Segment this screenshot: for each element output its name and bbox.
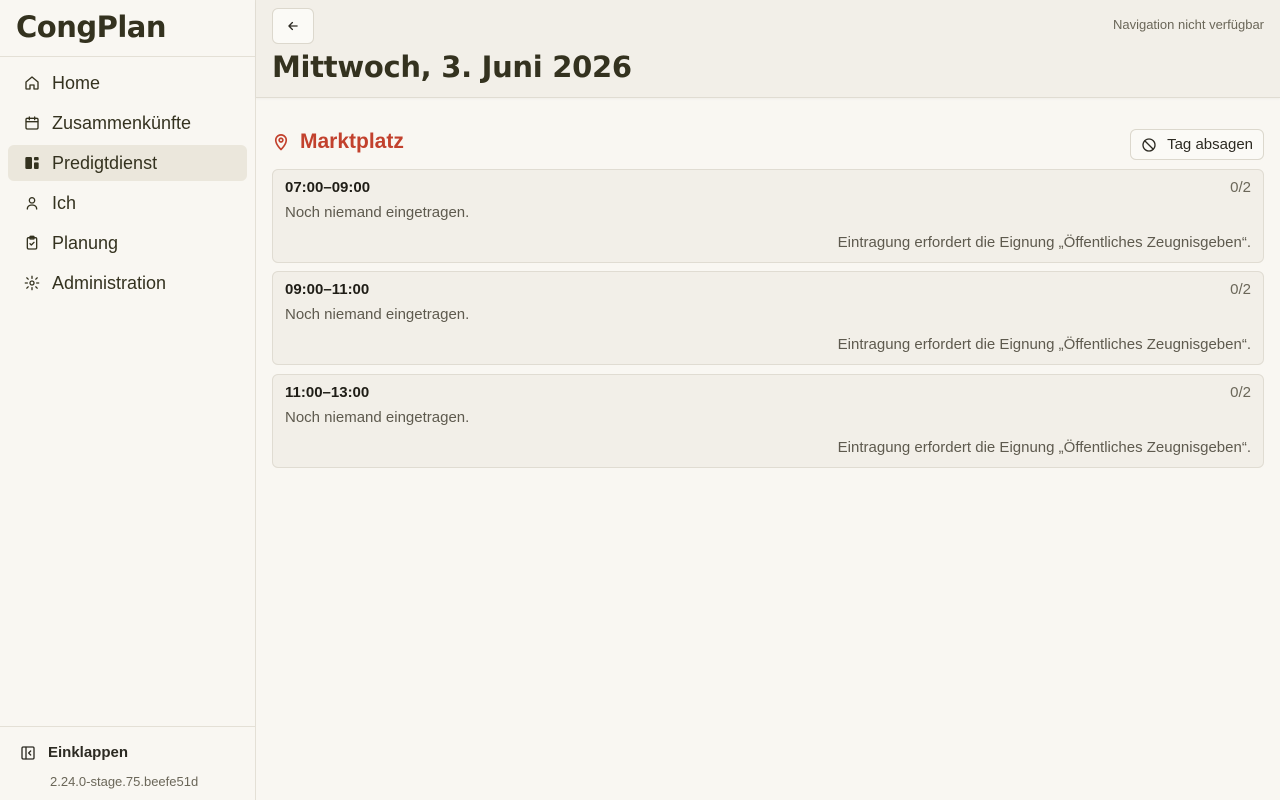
slot-count: 0/2: [1230, 281, 1251, 298]
sidebar: CongPlan Home Zusammenkünfte Predigtdien…: [0, 0, 256, 800]
shift-slot[interactable]: 09:00–11:00 0/2 Noch niemand eingetragen…: [272, 271, 1264, 365]
ban-icon: [1141, 137, 1157, 153]
slot-requirement: Eintragung erfordert die Eignung „Öffent…: [837, 336, 1251, 353]
cancel-day-button[interactable]: Tag absagen: [1130, 129, 1264, 160]
sidebar-item-label: Ich: [52, 192, 77, 213]
app-title: CongPlan: [0, 0, 255, 57]
sidebar-item-predigtdienst[interactable]: Predigtdienst: [8, 145, 247, 181]
sidebar-item-label: Planung: [52, 232, 119, 253]
sidebar-collapse-icon: [20, 745, 36, 761]
slot-count: 0/2: [1230, 384, 1251, 401]
sidebar-item-label: Zusammenkünfte: [52, 112, 192, 133]
gear-icon: [24, 275, 40, 291]
slot-status: Noch niemand eingetragen.: [285, 204, 470, 221]
arrow-left-icon: [288, 21, 298, 31]
slot-time: 07:00–09:00: [285, 179, 371, 196]
page-header: Navigation nicht verfügbar Mittwoch, 3. …: [256, 0, 1280, 98]
home-icon: [24, 75, 40, 91]
sidebar-item-label: Administration: [52, 272, 167, 293]
collapse-button[interactable]: Einklappen: [20, 744, 128, 761]
shift-slot[interactable]: 11:00–13:00 0/2 Noch niemand eingetragen…: [272, 374, 1264, 468]
shift-slot[interactable]: 07:00–09:00 0/2 Noch niemand eingetragen…: [272, 169, 1264, 263]
sidebar-item-label: Predigtdienst: [52, 152, 158, 173]
slot-status: Noch niemand eingetragen.: [285, 409, 470, 426]
app-version: 2.24.0-stage.75.beefe51d: [50, 774, 199, 789]
cart-icon: [24, 155, 40, 171]
location-header: Marktplatz Tag absagen: [272, 128, 1264, 162]
collapse-label: Einklappen: [48, 744, 129, 761]
sidebar-item-administration[interactable]: Administration: [8, 265, 247, 301]
location-name: Marktplatz: [300, 130, 404, 153]
navigation-status: Navigation nicht verfügbar: [1112, 17, 1264, 32]
slot-time: 11:00–13:00: [285, 384, 370, 401]
map-pin-icon: [272, 132, 290, 152]
sidebar-item-zusammenkuenfte[interactable]: Zusammenkünfte: [8, 105, 247, 141]
calendar-icon: [24, 115, 40, 131]
slot-requirement: Eintragung erfordert die Eignung „Öffent…: [837, 234, 1251, 251]
back-button[interactable]: [272, 8, 314, 44]
user-icon: [24, 195, 40, 211]
sidebar-item-label: Home: [52, 72, 101, 93]
slot-time: 09:00–11:00: [285, 281, 370, 298]
sidebar-nav: Home Zusammenkünfte Predigtdienst Ich Pl…: [0, 57, 255, 313]
sidebar-item-home[interactable]: Home: [8, 65, 247, 101]
location-title: Marktplatz: [272, 130, 404, 154]
sidebar-footer: Einklappen 2.24.0-stage.75.beefe51d: [0, 726, 255, 800]
sidebar-item-ich[interactable]: Ich: [8, 185, 247, 221]
page-title: Mittwoch, 3. Juni 2026: [272, 50, 632, 84]
slot-requirement: Eintragung erfordert die Eignung „Öffent…: [837, 439, 1251, 456]
cancel-day-label: Tag absagen: [1167, 136, 1253, 153]
clipboard-check-icon: [24, 235, 40, 251]
slot-status: Noch niemand eingetragen.: [285, 306, 470, 323]
slot-count: 0/2: [1230, 179, 1251, 196]
sidebar-item-planung[interactable]: Planung: [8, 225, 247, 261]
